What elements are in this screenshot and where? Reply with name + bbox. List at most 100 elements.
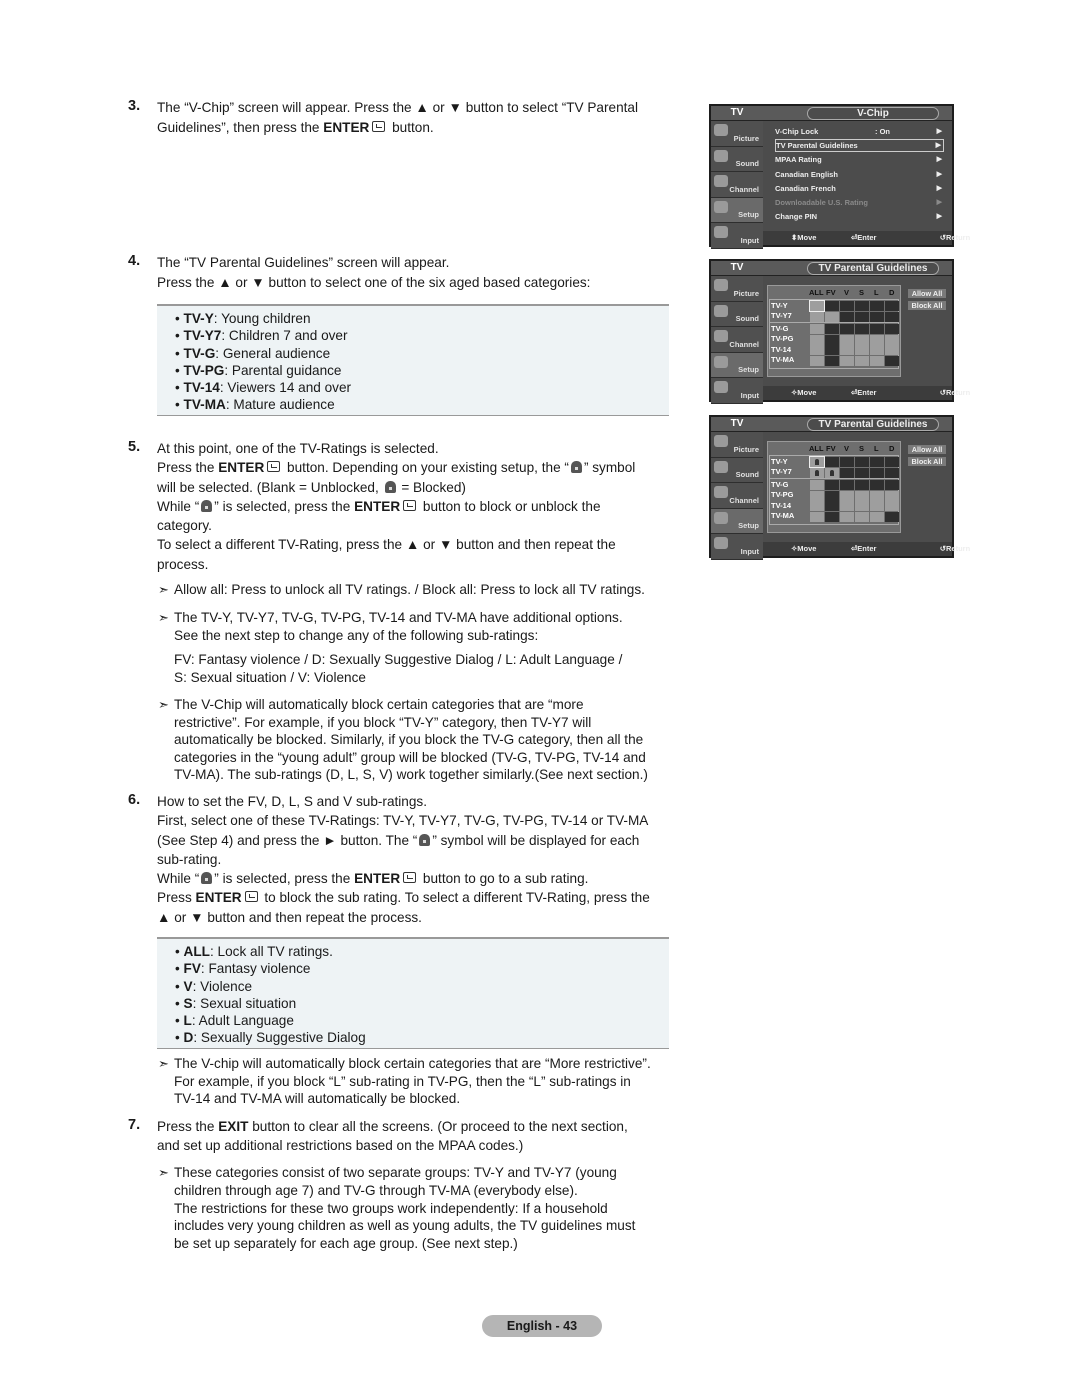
sidebar-item-input[interactable]: Input xyxy=(711,223,763,249)
rating-cell[interactable] xyxy=(870,311,884,322)
rating-cell[interactable] xyxy=(855,511,869,522)
sidebar-item-channel[interactable]: Channel xyxy=(711,327,763,353)
rating-cell[interactable] xyxy=(810,501,824,511)
rating-cell[interactable] xyxy=(810,511,824,522)
rating-cell[interactable] xyxy=(840,480,854,490)
sidebar-item-channel[interactable]: Channel xyxy=(711,172,763,198)
rating-cell[interactable] xyxy=(810,467,824,478)
sidebar-item-picture[interactable]: Picture xyxy=(711,432,763,458)
rating-cell[interactable] xyxy=(825,490,839,501)
guidelines-panel: ALL FV V S L D TV-Y TV-Y7 TV-G TV-PG TV-14 TV-MA All… xyxy=(763,432,952,542)
sidebar-item-channel[interactable]: Channel xyxy=(711,483,763,509)
rating-cell[interactable] xyxy=(840,457,854,467)
menu-item[interactable]: Change PIN ▶ xyxy=(775,210,944,223)
rating-cell[interactable] xyxy=(870,480,884,490)
sidebar-item-sound[interactable]: Sound xyxy=(711,301,763,327)
rating-cell[interactable] xyxy=(855,334,869,345)
rating-cell[interactable] xyxy=(810,324,824,334)
sidebar-item-picture[interactable]: Picture xyxy=(711,276,763,302)
rating-cell[interactable] xyxy=(855,501,869,511)
rating-cell[interactable] xyxy=(855,480,869,490)
allow-all-button[interactable]: Allow All xyxy=(908,445,946,454)
rating-cell[interactable] xyxy=(885,490,899,501)
menu-item[interactable]: TV Parental Guidelines ▶ xyxy=(775,139,944,153)
sidebar-item-input[interactable]: Input xyxy=(711,534,763,560)
rating-cell[interactable] xyxy=(885,511,899,522)
rating-cell[interactable] xyxy=(870,355,884,366)
sidebar-item-sound[interactable]: Sound xyxy=(711,146,763,172)
rating-cell[interactable] xyxy=(870,301,884,311)
rating-cell[interactable] xyxy=(825,301,839,311)
rating-cell[interactable] xyxy=(825,311,839,322)
rating-cell[interactable] xyxy=(855,457,869,467)
rating-cell[interactable] xyxy=(840,324,854,334)
rating-cell[interactable] xyxy=(870,457,884,467)
rating-cell[interactable] xyxy=(870,511,884,522)
rating-cell[interactable] xyxy=(825,355,839,366)
rating-cell[interactable] xyxy=(825,334,839,345)
rating-cell[interactable] xyxy=(885,324,899,334)
rating-cell[interactable] xyxy=(885,355,899,366)
block-all-button[interactable]: Block All xyxy=(908,457,946,466)
rating-cell[interactable] xyxy=(825,501,839,511)
rating-cell[interactable] xyxy=(885,311,899,322)
sidebar-item-setup[interactable]: Setup xyxy=(711,352,763,378)
rating-cell[interactable] xyxy=(870,324,884,334)
rating-cell[interactable] xyxy=(825,511,839,522)
rating-cell[interactable] xyxy=(840,511,854,522)
allow-all-button[interactable]: Allow All xyxy=(908,289,946,298)
menu-item[interactable]: Downloadable U.S. Rating ▶ xyxy=(775,196,944,209)
rating-cell[interactable] xyxy=(825,324,839,334)
rating-cell[interactable] xyxy=(840,311,854,322)
rating-cell[interactable] xyxy=(840,301,854,311)
rating-cell[interactable] xyxy=(825,480,839,490)
sidebar-item-picture[interactable]: Picture xyxy=(711,121,763,147)
sidebar-item-setup[interactable]: Setup xyxy=(711,508,763,534)
rating-cell[interactable] xyxy=(855,301,869,311)
rating-cell[interactable] xyxy=(810,355,824,366)
rating-cell[interactable] xyxy=(885,480,899,490)
rating-cell[interactable] xyxy=(855,355,869,366)
rating-cell[interactable] xyxy=(840,490,854,501)
rating-cell[interactable] xyxy=(840,345,854,355)
menu-item[interactable]: MPAA Rating ▶ xyxy=(775,153,944,166)
sidebar-item-sound[interactable]: Sound xyxy=(711,457,763,483)
block-all-button[interactable]: Block All xyxy=(908,301,946,310)
rating-cell[interactable] xyxy=(885,467,899,478)
rating-cell[interactable] xyxy=(810,334,824,345)
rating-cell[interactable] xyxy=(855,324,869,334)
sidebar-item-setup[interactable]: Setup xyxy=(711,197,763,223)
rating-cell[interactable] xyxy=(885,457,899,467)
rating-cell[interactable] xyxy=(885,345,899,355)
rating-cell[interactable] xyxy=(810,311,824,322)
rating-cell[interactable] xyxy=(810,480,824,490)
rating-cell[interactable] xyxy=(870,334,884,345)
rating-cell[interactable] xyxy=(825,467,839,478)
rating-cell[interactable] xyxy=(809,456,825,468)
rating-cell[interactable] xyxy=(840,467,854,478)
rating-cell[interactable] xyxy=(855,490,869,501)
rating-cell[interactable] xyxy=(870,345,884,355)
menu-item[interactable]: Canadian French ▶ xyxy=(775,182,944,195)
menu-item[interactable]: V-Chip Lock: On ▶ xyxy=(775,125,944,138)
sidebar-item-label: Sound xyxy=(735,159,759,168)
rating-cell[interactable] xyxy=(840,501,854,511)
rating-cell[interactable] xyxy=(855,467,869,478)
rating-cell[interactable] xyxy=(885,501,899,511)
rating-cell[interactable] xyxy=(870,467,884,478)
rating-cell[interactable] xyxy=(810,345,824,355)
sidebar-item-input[interactable]: Input xyxy=(711,378,763,404)
rating-cell[interactable] xyxy=(825,457,839,467)
menu-item[interactable]: Canadian English ▶ xyxy=(775,168,944,181)
rating-cell[interactable] xyxy=(810,490,824,501)
rating-cell[interactable] xyxy=(855,345,869,355)
rating-cell[interactable] xyxy=(855,311,869,322)
rating-cell[interactable] xyxy=(840,355,854,366)
rating-cell[interactable] xyxy=(825,345,839,355)
rating-cell[interactable] xyxy=(840,334,854,345)
rating-cell[interactable] xyxy=(809,300,825,312)
rating-cell[interactable] xyxy=(870,490,884,501)
rating-cell[interactable] xyxy=(885,301,899,311)
rating-cell[interactable] xyxy=(885,334,899,345)
rating-cell[interactable] xyxy=(870,501,884,511)
